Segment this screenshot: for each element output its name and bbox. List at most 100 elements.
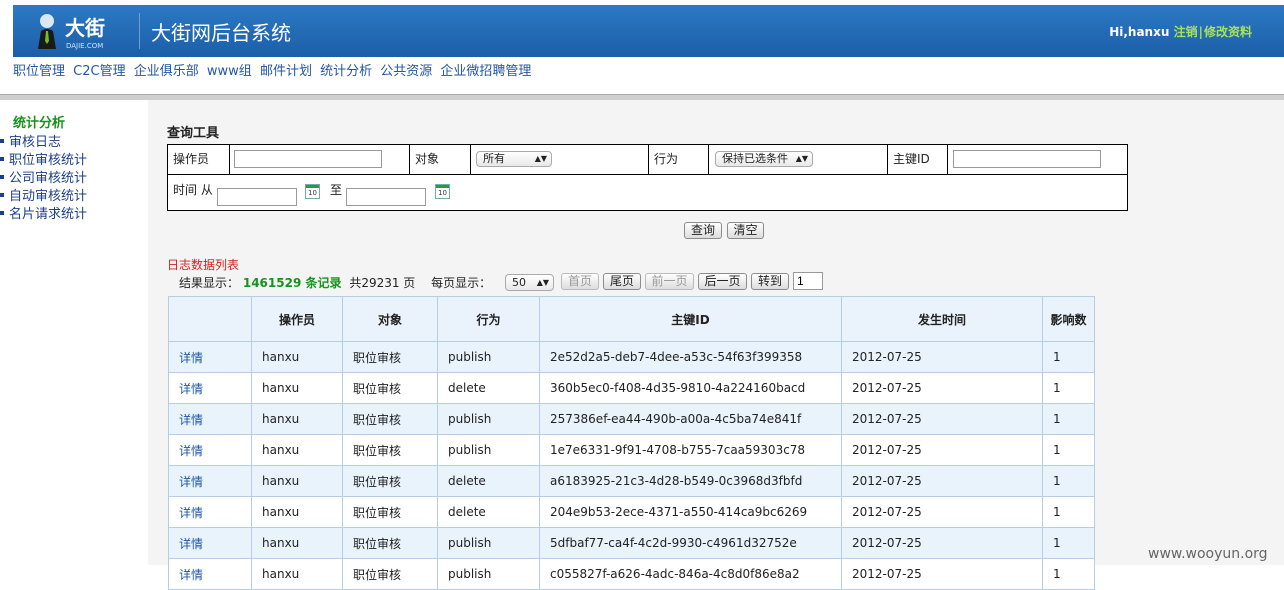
detail-link[interactable]: 详情 [179,413,203,427]
cell-time: 2012-07-25 [841,496,1043,528]
cell-operator: hanxu [251,434,343,466]
col-header-time: 发生时间 [841,296,1043,342]
cell-operator: hanxu [251,372,343,404]
action-label: 行为 [654,152,679,166]
sidebar-item-audit-log[interactable]: 审核日志 [0,131,61,150]
cell-key-id: 1e7e6331-9f91-4708-b755-7caa59303c78 [539,434,842,466]
cell-impact: 1 [1042,372,1095,404]
clear-button[interactable]: 清空 [727,222,764,239]
cell-key-id: 5dfbaf77-ca4f-4c2d-9930-c4961d32752e [539,527,842,559]
time-from-input[interactable] [217,188,297,206]
table-row: 详情 hanxu 职位审核 publish 1e7e6331-9f91-4708… [168,434,1095,466]
select-arrow-icon: ▲▼ [536,278,549,287]
first-page-button[interactable]: 首页 [561,273,599,290]
sidebar-item-company-audit[interactable]: 公司审核统计 [0,167,87,186]
cell-object: 职位审核 [342,558,438,590]
nav-public-resources[interactable]: 公共资源 [380,64,432,79]
cell-time: 2012-07-25 [841,527,1043,559]
cell-object: 职位审核 [342,341,438,373]
page-count: 共29231 页 [349,276,416,290]
next-page-button[interactable]: 后一页 [698,273,747,290]
cell-action: publish [437,527,540,559]
sidebar-item-card-request[interactable]: 名片请求统计 [0,203,87,222]
calendar-icon[interactable]: 10 [435,184,450,199]
edit-profile-link[interactable]: 修改资料 [1204,25,1252,39]
bullet-icon [0,175,4,179]
detail-link[interactable]: 详情 [179,506,203,520]
cell-impact: 1 [1042,558,1095,590]
select-arrow-icon: ▲▼ [795,154,808,163]
time-from-label: 时间 从 [173,183,213,197]
logo-divider [139,13,140,49]
table-row: 详情 hanxu 职位审核 publish 257386ef-ea44-490b… [168,403,1095,435]
query-form: 操作员 对象 所有 ▲▼ 行为 保持已选条件 ▲▼ 主键ID 时间 从 10 至 1… [167,144,1128,211]
key-id-input[interactable] [953,150,1101,168]
search-button[interactable]: 查询 [684,222,722,239]
bullet-icon [0,157,4,161]
table-header-row: 操作员 对象 行为 主键ID 发生时间 影响数 [168,296,1095,342]
cell-action: delete [437,372,540,404]
detail-link[interactable]: 详情 [179,351,203,365]
nav-c2c-management[interactable]: C2C管理 [73,64,125,79]
watermark: www.wooyun.org [1148,546,1268,562]
cell-impact: 1 [1042,341,1095,373]
nav-statistics[interactable]: 统计分析 [320,64,372,79]
per-page-select[interactable]: 50 ▲▼ [505,274,554,291]
cell-action: publish [437,403,540,435]
sidebar-item-position-audit[interactable]: 职位审核统计 [0,149,87,168]
svg-text:DAJIE.COM: DAJIE.COM [66,42,103,50]
cell-time: 2012-07-25 [841,372,1043,404]
dajie-logo[interactable]: 大街 DAJIE.COM [35,11,135,53]
select-arrow-icon: ▲▼ [534,154,547,163]
detail-link[interactable]: 详情 [179,537,203,551]
cell-key-id: 257386ef-ea44-490b-a00a-4c5ba74e841f [539,403,842,435]
logout-link[interactable]: 注销 [1174,25,1198,39]
key-id-label: 主键ID [893,152,930,166]
time-to-label: 至 [330,183,343,197]
cell-key-id: a6183925-21c3-4d28-b549-0c3968d3fbfd [539,465,842,497]
nav-www-group[interactable]: www组 [207,64,252,79]
cell-operator: hanxu [251,341,343,373]
object-label: 对象 [415,152,440,166]
detail-link[interactable]: 详情 [179,568,203,582]
col-header-detail [168,296,252,342]
object-select[interactable]: 所有 ▲▼ [476,151,552,167]
query-title: 查询工具 [167,126,220,141]
result-prefix: 结果显示： [179,276,240,290]
time-to-input[interactable] [346,188,426,206]
action-select[interactable]: 保持已选条件 ▲▼ [715,151,813,167]
query-row-2: 时间 从 10 至 10 [168,175,1127,211]
cell-operator: hanxu [251,465,343,497]
user-area: Hi,hanxu 注销|修改资料 [1109,23,1252,40]
table-row: 详情 hanxu 职位审核 delete a6183925-21c3-4d28-… [168,465,1095,497]
prev-page-button[interactable]: 前一页 [645,273,694,290]
goto-page-input[interactable] [793,272,823,290]
calendar-icon[interactable]: 10 [305,184,320,199]
cell-time: 2012-07-25 [841,434,1043,466]
cell-object: 职位审核 [342,403,438,435]
operator-input[interactable] [234,150,382,168]
detail-link[interactable]: 详情 [179,444,203,458]
cell-action: delete [437,465,540,497]
nav-position-management[interactable]: 职位管理 [13,64,65,79]
col-header-impact: 影响数 [1042,296,1095,342]
table-row: 详情 hanxu 职位审核 delete 204e9b53-2ece-4371-… [168,496,1095,528]
last-page-button[interactable]: 尾页 [603,273,641,290]
col-header-key-id: 主键ID [539,296,842,342]
goto-page-button[interactable]: 转到 [751,273,789,290]
header-bar: 大街 DAJIE.COM 大街网后台系统 Hi,hanxu 注销|修改资料 [13,5,1284,57]
nav-enterprise-club[interactable]: 企业俱乐部 [134,64,199,79]
sidebar-item-auto-audit[interactable]: 自动审核统计 [0,185,87,204]
cell-key-id: c055827f-a626-4adc-846a-4c8d0f86e8a2 [539,558,842,590]
detail-link[interactable]: 详情 [179,382,203,396]
cell-key-id: 2e52d2a5-deb7-4dee-a53c-54f63f399358 [539,341,842,373]
nav-micro-recruit[interactable]: 企业微招聘管理 [440,64,531,79]
query-row-1: 操作员 对象 所有 ▲▼ 行为 保持已选条件 ▲▼ 主键ID [168,145,1127,175]
user-greeting: Hi,hanxu [1109,25,1170,39]
cell-action: publish [437,558,540,590]
cell-impact: 1 [1042,465,1095,497]
nav-mail-plan[interactable]: 邮件计划 [260,64,312,79]
cell-time: 2012-07-25 [841,558,1043,590]
table-row: 详情 hanxu 职位审核 publish 2e52d2a5-deb7-4dee… [168,341,1095,373]
detail-link[interactable]: 详情 [179,475,203,489]
